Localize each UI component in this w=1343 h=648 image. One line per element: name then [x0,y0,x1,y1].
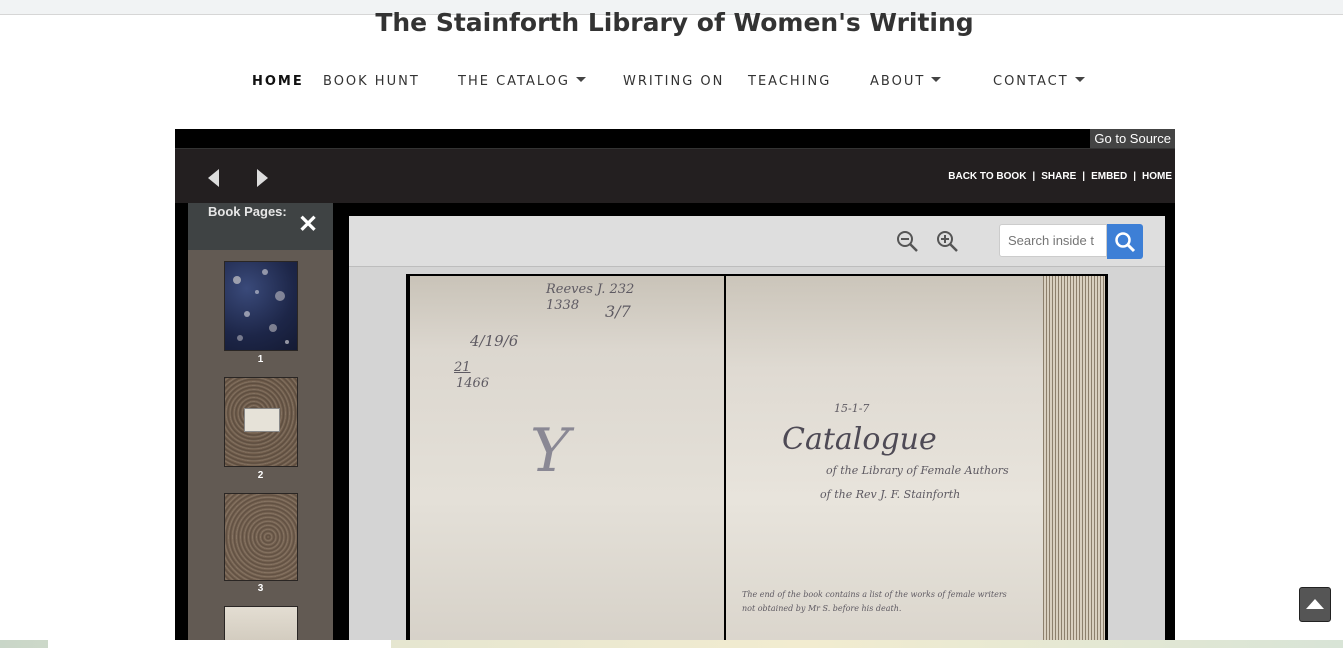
handwritten-mark: 15-1-7 [834,402,870,415]
handwritten-mark: 3/7 [605,302,631,321]
cover-label-plate [244,408,280,432]
viewer-top-links: BACK TO BOOK | SHARE | EMBED | HOME [948,171,1172,182]
nav-label: THE CATALOG [458,74,570,89]
handwritten-mark: Y [530,416,570,486]
handwritten-mark: 4/19/6 [470,332,519,350]
viewer-top-bar: BACK TO BOOK | SHARE | EMBED | HOME [175,149,1175,203]
search-button[interactable] [1107,224,1143,259]
handwritten-mark: of the Library of Female Authors [826,464,1009,477]
page-thumbnail-3[interactable] [224,493,298,581]
book-viewer-embed: Go to Source BACK TO BOOK | SHARE | EMBED | HO… [175,129,1175,648]
book-pages-title: Book Pages: [208,204,287,219]
main-nav: HOME BOOK HUNT THE CATALOG WRITING ON TE… [0,74,1343,94]
share-link[interactable]: SHARE [1041,171,1076,182]
nav-item-book-hunt[interactable]: BOOK HUNT [323,74,420,89]
handwritten-mark: 21 [454,360,471,375]
nav-label: WRITING ON [623,74,725,89]
zoom-in-icon[interactable] [935,229,959,253]
link-separator: | [1133,171,1136,182]
site-title[interactable]: The Stainforth Library of Women's Writin… [0,8,1343,37]
page-thumbnail-1[interactable] [224,261,298,351]
nav-label: ABOUT [870,74,926,89]
viewer-body: Book Pages: ✕ 1 2 3 Search inside t Reev… [175,203,1175,648]
source-bar: Go to Source [175,129,1175,149]
nav-item-teaching[interactable]: TEACHING [748,74,831,89]
book-toolbar [349,216,1165,267]
next-arrow-icon[interactable] [257,169,268,187]
marbled-cover-pattern [233,269,289,344]
thumbnail-label: 2 [257,470,264,481]
scroll-to-top-button[interactable] [1299,587,1331,622]
nav-item-writing-on[interactable]: WRITING ON [623,74,724,89]
nav-item-home[interactable]: HOME [252,74,304,89]
handwritten-mark: 1466 [456,376,490,391]
go-to-source-link[interactable]: Go to Source [1090,129,1175,148]
left-page: Reeves J. 232 1338 3/7 4/19/6 21 1466 Y [410,276,724,648]
handwritten-mark: not obtained by Mr S. before his death. [742,604,902,613]
right-page: 15-1-7 Catalogue of the Library of Femal… [726,276,1043,648]
close-icon[interactable]: ✕ [298,213,318,237]
handwritten-mark: Catalogue [782,422,937,457]
link-separator: | [1032,171,1036,182]
nav-label: CONTACT [993,74,1069,89]
embed-link[interactable]: EMBED [1091,171,1127,182]
nav-label: TEACHING [748,74,832,89]
book-page-edges [1043,276,1105,648]
book-pages-header: Book Pages: ✕ [188,203,333,250]
nav-label: HOME [252,74,304,89]
home-link[interactable]: HOME [1142,171,1172,182]
nav-item-contact[interactable]: CONTACT [993,74,1085,89]
prev-arrow-icon[interactable] [208,169,219,187]
handwritten-mark: of the Rev J. F. Stainforth [820,488,961,501]
nav-label: BOOK HUNT [323,74,420,89]
handwritten-mark: 1338 [546,298,580,313]
book-display-area: Reeves J. 232 1338 3/7 4/19/6 21 1466 Y … [349,216,1165,648]
thumbnail-label: 3 [257,583,264,594]
book-pages-panel: Book Pages: ✕ 1 2 3 [188,203,333,648]
search-icon [1115,232,1136,253]
zoom-out-icon[interactable] [895,229,919,253]
search-inside-input[interactable] [999,224,1107,257]
page-thumbnail-2[interactable] [224,377,298,467]
handwritten-mark: Reeves J. 232 [546,282,635,297]
nav-item-the-catalog[interactable]: THE CATALOG [458,74,586,89]
chevron-down-icon [1074,77,1085,82]
taskbar-window-tab[interactable] [48,640,391,648]
back-to-book-link[interactable]: BACK TO BOOK [948,171,1026,182]
chevron-down-icon [931,77,942,82]
handwritten-mark: The end of the book contains a list of t… [742,590,1007,599]
thumbnail-label: 1 [257,354,264,365]
link-separator: | [1082,171,1086,182]
chevron-up-icon [1306,599,1324,609]
nav-item-about[interactable]: ABOUT [870,74,942,89]
book-page-spread[interactable]: Reeves J. 232 1338 3/7 4/19/6 21 1466 Y … [406,274,1108,648]
chevron-down-icon [575,77,586,82]
